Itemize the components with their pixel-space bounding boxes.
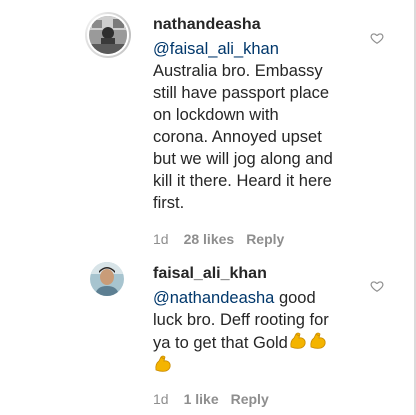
comment-username[interactable]: faisal_ali_khan bbox=[153, 265, 267, 283]
avatar-photo bbox=[89, 16, 127, 54]
flexed-biceps-icon bbox=[290, 332, 306, 349]
comment-1: nathandeasha @faisal_ali_khan Australia … bbox=[0, 0, 400, 255]
comment-line: on lockdown with bbox=[153, 106, 279, 124]
flexed-biceps-icon bbox=[155, 355, 171, 372]
comment-line: luck bro. Deff rooting for bbox=[153, 311, 329, 329]
comment-line: good bbox=[274, 289, 316, 307]
comment-line: still have passport place bbox=[153, 84, 330, 102]
comment-text: @faisal_ali_khan Australia bro. Embassy … bbox=[153, 38, 373, 214]
avatar-photo bbox=[90, 262, 124, 296]
avatar[interactable] bbox=[85, 12, 131, 58]
like-count[interactable]: 28 likes bbox=[184, 231, 235, 247]
comment-2: faisal_ali_khan @nathandeasha good luck … bbox=[0, 255, 400, 415]
comment-time[interactable]: 1d bbox=[153, 231, 169, 247]
avatar[interactable] bbox=[90, 262, 124, 296]
reply-button[interactable]: Reply bbox=[231, 391, 269, 407]
comment-line: ya to get that Gold bbox=[153, 334, 288, 352]
like-count[interactable]: 1 like bbox=[184, 391, 219, 407]
comment-line: Australia bro. Embassy bbox=[153, 62, 323, 80]
comment-text: @nathandeasha good luck bro. Deff rootin… bbox=[153, 287, 383, 377]
comment-line: kill it there. Heard it here bbox=[153, 172, 332, 190]
comment-username[interactable]: nathandeasha bbox=[153, 16, 261, 34]
mention-link[interactable]: @nathandeasha bbox=[153, 289, 274, 307]
comment-meta: 1d 1 like Reply bbox=[153, 391, 269, 407]
comment-time[interactable]: 1d bbox=[153, 391, 169, 407]
comment-line: but we will jog along and bbox=[153, 150, 333, 168]
mention-link[interactable]: @faisal_ali_khan bbox=[153, 40, 279, 58]
comment-line: first. bbox=[153, 194, 185, 212]
flexed-biceps-icon bbox=[310, 332, 326, 349]
comment-line: corona. Annoyed upset bbox=[153, 128, 322, 146]
reply-button[interactable]: Reply bbox=[246, 231, 284, 247]
comment-meta: 1d 28 likes Reply bbox=[153, 231, 284, 247]
